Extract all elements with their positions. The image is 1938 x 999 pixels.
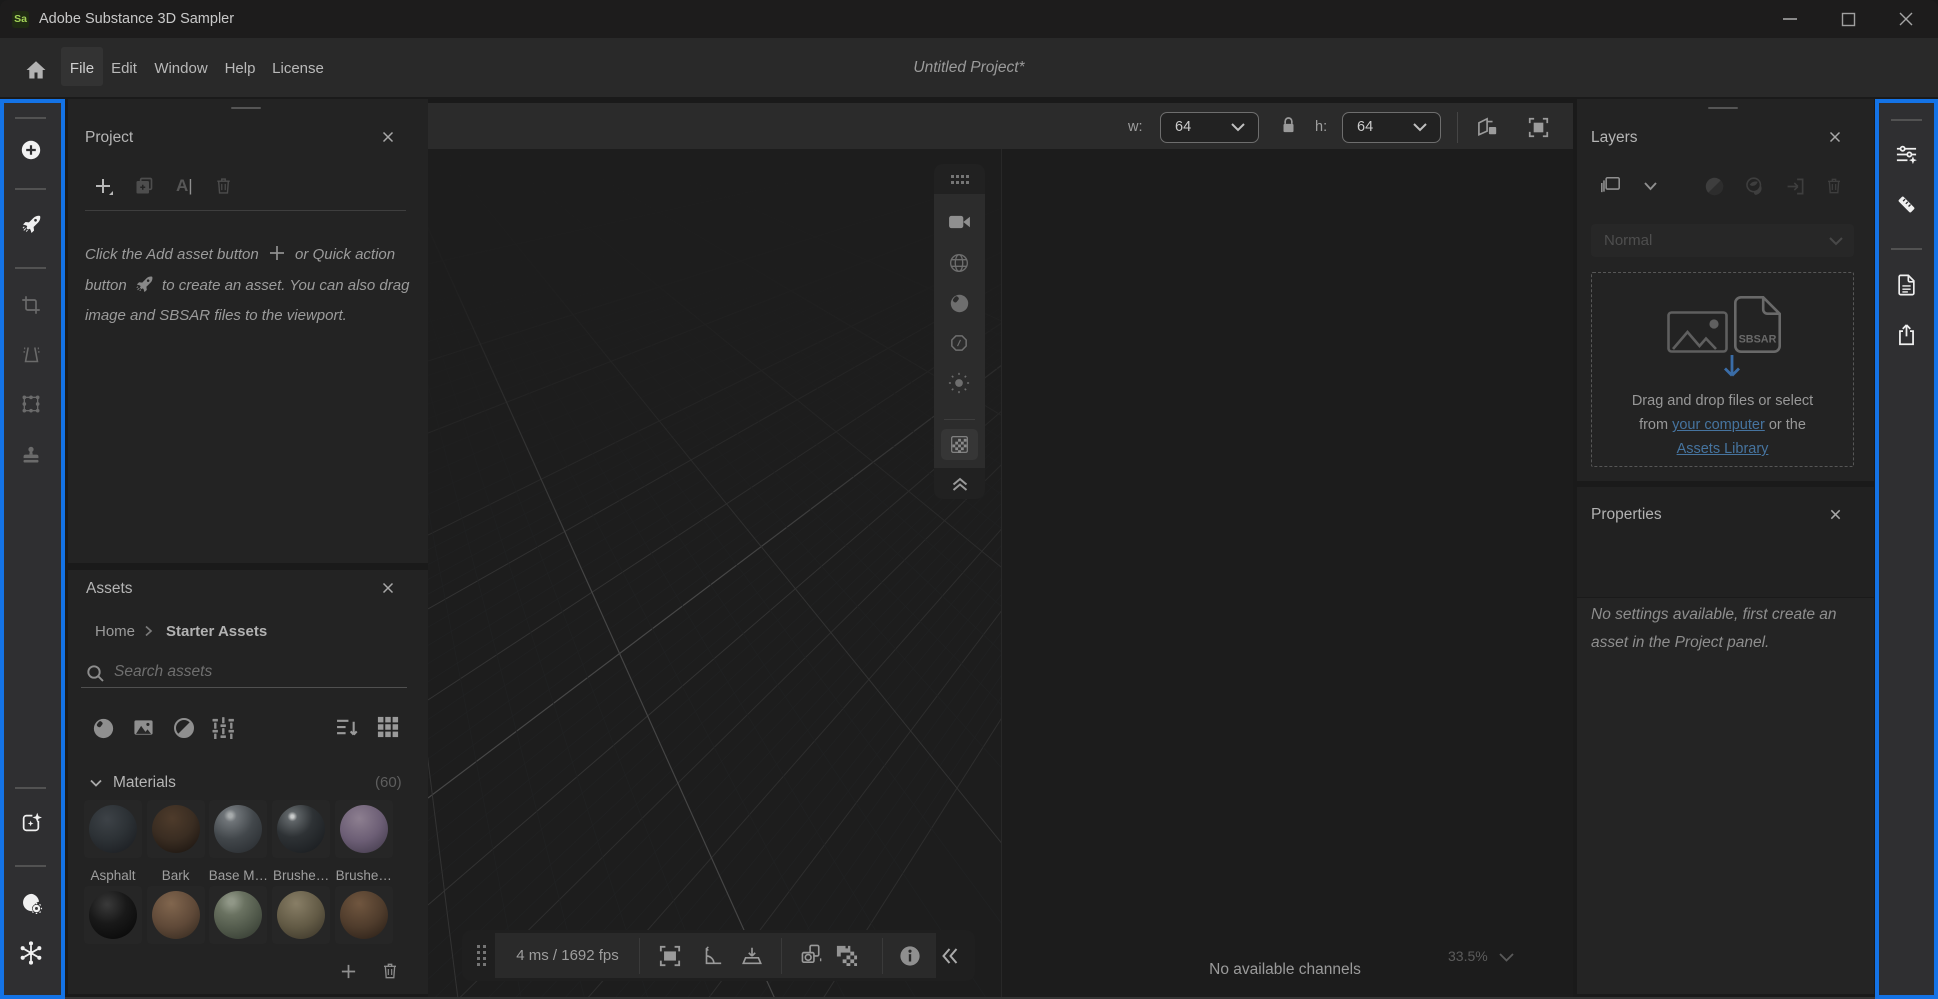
- svg-text:SBSAR: SBSAR: [1739, 334, 1777, 346]
